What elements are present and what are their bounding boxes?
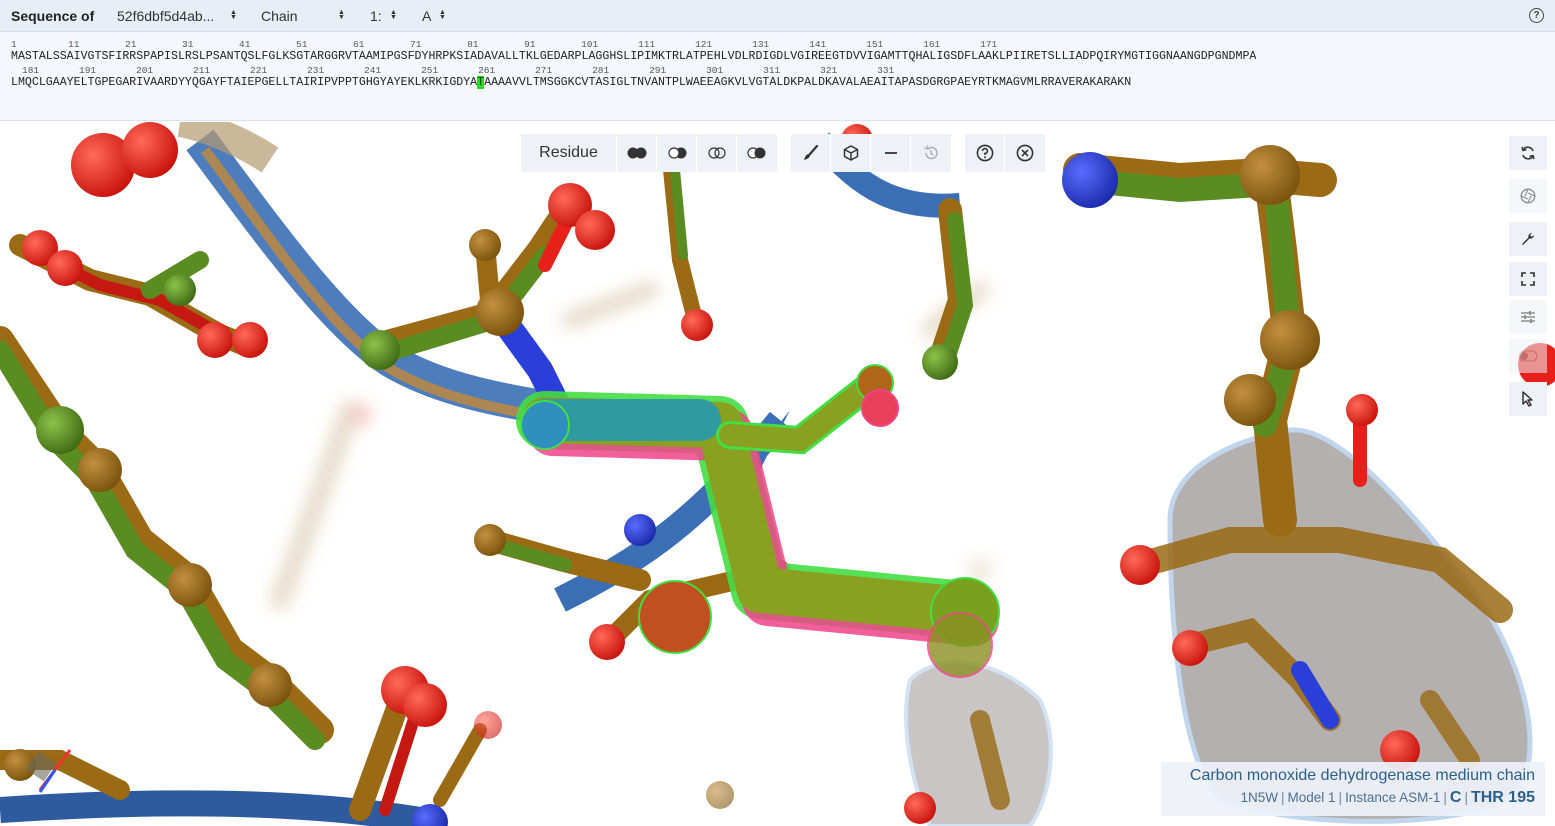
focus-group: Residue bbox=[521, 134, 777, 172]
sequence-title: Sequence of bbox=[11, 7, 95, 24]
residue-details: 1N5W | Model 1 | Instance ASM-1 | C | THR 195 bbox=[1240, 789, 1535, 806]
camera-shutter-icon[interactable] bbox=[1509, 179, 1547, 213]
refresh-icon[interactable] bbox=[1509, 136, 1547, 170]
chain-label: C bbox=[1449, 789, 1462, 806]
cursor-pointer-icon[interactable] bbox=[1509, 382, 1547, 416]
molecule-viewport[interactable] bbox=[0, 122, 1555, 826]
sequence-row1[interactable]: MASTALSSAIVGTSFIRRSPAPISLRSLPSANTQSLFGLK… bbox=[11, 50, 1256, 63]
molecule-canvas[interactable] bbox=[0, 122, 1555, 826]
question-circle-icon[interactable]: ? bbox=[1529, 8, 1544, 23]
help-close-group bbox=[965, 134, 1045, 172]
select-arrows-icon: ▲ ▼ bbox=[439, 9, 446, 21]
cube-icon[interactable] bbox=[831, 134, 871, 172]
sequence-body: 1 11 21 31 41 51 61 71 81 91 101 111 121… bbox=[0, 32, 1555, 121]
history-icon[interactable] bbox=[911, 134, 951, 172]
wrench-icon[interactable] bbox=[1509, 222, 1547, 256]
entity-select-value: 52f6dbf5d4ab... bbox=[117, 8, 215, 24]
selected-residue-highlight[interactable] bbox=[516, 364, 1000, 678]
help-icon[interactable] bbox=[965, 134, 1005, 172]
expand-icon[interactable] bbox=[1509, 262, 1547, 296]
paintbrush-icon[interactable] bbox=[791, 134, 831, 172]
entity-title: Carbon monoxide dehydrogenase medium cha… bbox=[1189, 767, 1535, 784]
entity-select[interactable]: 52f6dbf5d4ab... ▲ ▼ bbox=[117, 0, 241, 32]
overlay-outline-icon[interactable] bbox=[697, 134, 737, 172]
sequence-numbers-row1: 1 11 21 31 41 51 61 71 81 91 101 111 121… bbox=[11, 39, 998, 50]
style-group bbox=[791, 134, 951, 172]
viewport-toolbar: Residue bbox=[521, 134, 1045, 172]
overlay-left-icon[interactable] bbox=[657, 134, 697, 172]
select-arrows-icon: ▲ ▼ bbox=[338, 9, 345, 21]
chain-select-value: A bbox=[422, 8, 432, 24]
sliders-icon[interactable] bbox=[1509, 300, 1547, 334]
minus-icon[interactable] bbox=[871, 134, 911, 172]
sequence-numbers-row2: 181 191 201 211 221 231 241 251 261 271 … bbox=[22, 65, 895, 76]
chain-select[interactable]: A ▲ ▼ bbox=[422, 0, 452, 32]
mode-select-value: Chain bbox=[261, 8, 298, 24]
sequence-row2-before[interactable]: LMQCLGAAYELTGPEGARIVAARDYYQGAYFTAIEPGELL… bbox=[11, 76, 477, 89]
select-arrows-icon: ▲ ▼ bbox=[230, 9, 237, 21]
pdb-id: 1N5W bbox=[1240, 790, 1278, 805]
instance-label: Instance ASM-1 bbox=[1345, 790, 1441, 805]
model-label: Model 1 bbox=[1287, 790, 1336, 805]
mode-select[interactable]: Chain ▲ ▼ bbox=[261, 0, 349, 32]
close-icon[interactable] bbox=[1005, 134, 1045, 172]
overlay-both-icon[interactable] bbox=[617, 134, 657, 172]
model-select-value: 1: bbox=[370, 8, 382, 24]
overlay-right-icon[interactable] bbox=[737, 134, 777, 172]
sequence-row2-after[interactable]: AAAAVVLTMSGGKCVTASIGLTNVANTPLWAEEAGKVLVG… bbox=[484, 76, 1131, 89]
sequence-row2[interactable]: LMQCLGAAYELTGPEGARIVAARDYYQGAYFTAIEPGELL… bbox=[11, 76, 1131, 89]
toggle-icon[interactable] bbox=[1509, 339, 1547, 373]
select-arrows-icon: ▲ ▼ bbox=[390, 9, 397, 21]
model-select[interactable]: 1: ▲ ▼ bbox=[370, 0, 400, 32]
residue-label: THR 195 bbox=[1470, 789, 1535, 806]
focus-label[interactable]: Residue bbox=[521, 134, 617, 172]
residue-info-box: Carbon monoxide dehydrogenase medium cha… bbox=[1161, 762, 1545, 816]
